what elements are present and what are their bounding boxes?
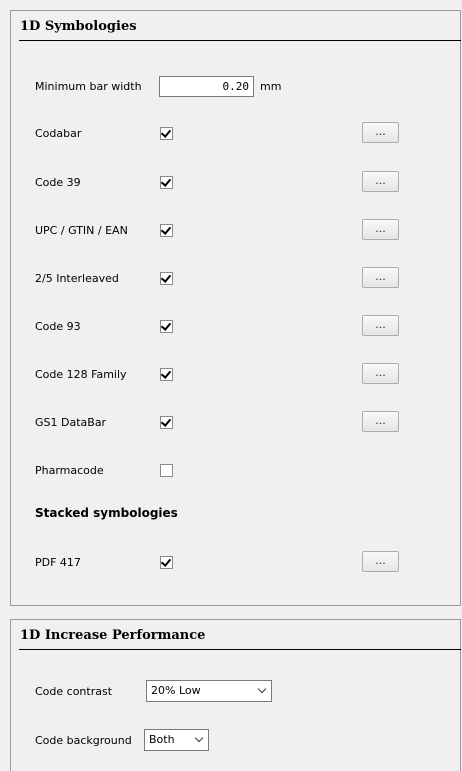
code93-settings-button[interactable]: ...	[362, 315, 399, 336]
gs1-databar-settings-button[interactable]: ...	[362, 411, 399, 432]
min-bar-width-input[interactable]: 0.20	[159, 76, 254, 97]
pdf417-label: PDF 417	[35, 556, 81, 569]
code93-label: Code 93	[35, 320, 81, 333]
symbologies-title: 1D Symbologies	[20, 19, 137, 34]
stacked-symbologies-heading: Stacked symbologies	[35, 506, 178, 520]
chevron-down-icon	[257, 684, 267, 694]
codabar-settings-button[interactable]: ...	[362, 122, 399, 143]
code128-family-checkbox[interactable]	[160, 368, 173, 381]
code-contrast-label: Code contrast	[35, 685, 113, 698]
interleaved-25-checkbox[interactable]	[160, 272, 173, 285]
min-bar-width-label: Minimum bar width	[35, 80, 142, 93]
min-bar-width-unit: mm	[260, 80, 282, 93]
code39-label: Code 39	[35, 176, 81, 189]
gs1-databar-checkbox[interactable]	[160, 416, 173, 429]
upc-gtin-ean-settings-button[interactable]: ...	[362, 219, 399, 240]
code39-checkbox[interactable]	[160, 176, 173, 189]
gs1-databar-label: GS1 DataBar	[35, 416, 107, 429]
performance-panel: 1D Increase Performance Code contrast 20…	[10, 619, 461, 771]
title-divider	[19, 649, 461, 650]
code93-checkbox[interactable]	[160, 320, 173, 333]
chevron-down-icon	[194, 733, 204, 743]
pdf417-checkbox[interactable]	[160, 556, 173, 569]
title-divider	[19, 40, 461, 41]
performance-title: 1D Increase Performance	[20, 628, 206, 643]
codabar-label: Codabar	[35, 127, 82, 140]
pharmacode-checkbox[interactable]	[160, 464, 173, 477]
upc-gtin-ean-label: UPC / GTIN / EAN	[35, 224, 128, 237]
code-contrast-select[interactable]: 20% Low	[146, 680, 272, 702]
interleaved-25-settings-button[interactable]: ...	[362, 267, 399, 288]
code39-settings-button[interactable]: ...	[362, 171, 399, 192]
code-background-value: Both	[149, 733, 175, 746]
pharmacode-label: Pharmacode	[35, 464, 104, 477]
pdf417-settings-button[interactable]: ...	[362, 551, 399, 572]
code128-family-label: Code 128 Family	[35, 368, 127, 381]
code-background-label: Code background	[35, 734, 132, 747]
symbologies-panel: 1D Symbologies Minimum bar width 0.20 mm…	[10, 10, 461, 606]
code-contrast-value: 20% Low	[151, 684, 201, 697]
codabar-checkbox[interactable]	[160, 127, 173, 140]
code128-family-settings-button[interactable]: ...	[362, 363, 399, 384]
code-background-select[interactable]: Both	[144, 729, 209, 751]
upc-gtin-ean-checkbox[interactable]	[160, 224, 173, 237]
interleaved-25-label: 2/5 Interleaved	[35, 272, 119, 285]
